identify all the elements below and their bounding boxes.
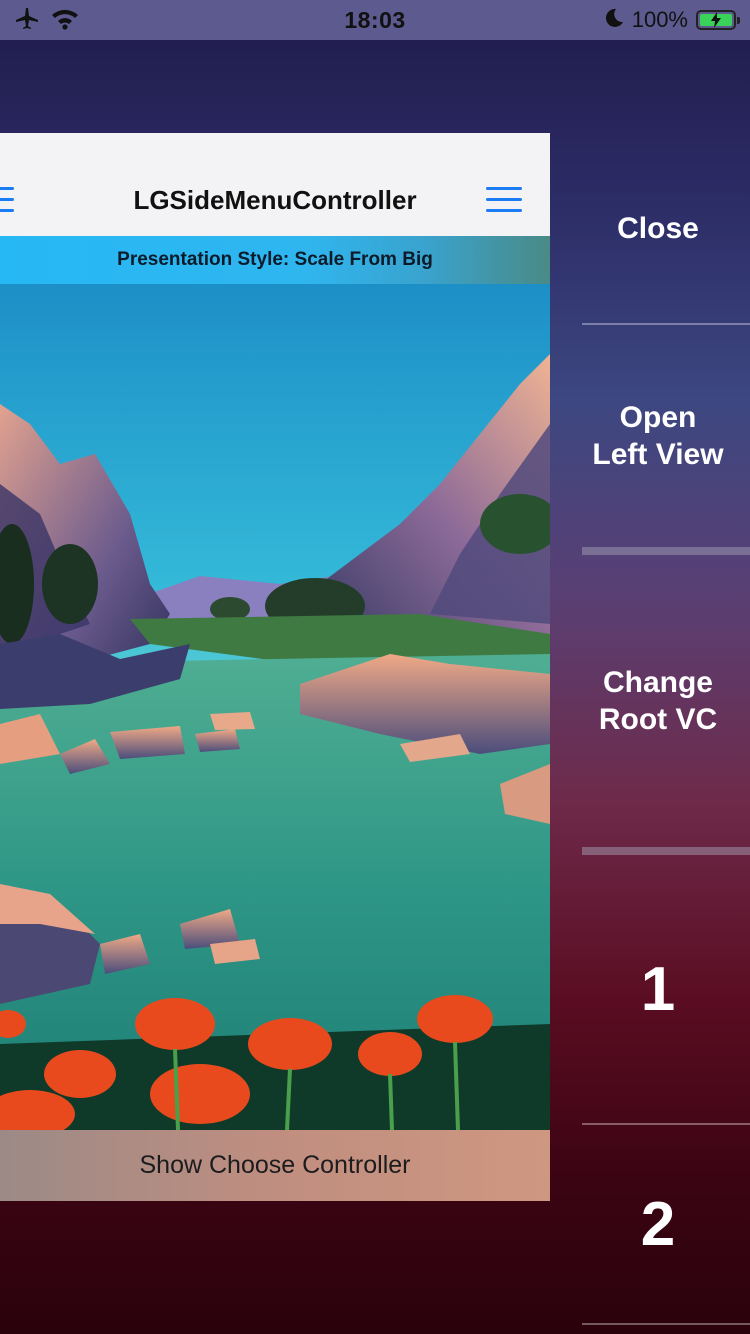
menu-divider [582, 1323, 750, 1325]
menu-item-label: 1 [640, 954, 676, 1024]
menu-item-label: 2 [640, 1189, 676, 1259]
menu-divider [582, 847, 750, 855]
menu-divider [582, 547, 750, 555]
menu-item-close[interactable]: Close [566, 133, 750, 323]
battery-percent: 100% [631, 7, 688, 32]
moon-icon [604, 7, 624, 34]
status-bar: 18:03 100% [0, 0, 750, 40]
show-choose-controller-button[interactable]: Show Choose Controller [0, 1130, 550, 1201]
menu-item-label: Close [617, 211, 699, 245]
landscape-background-image [0, 284, 550, 1138]
battery-charging-icon [696, 10, 740, 30]
presentation-style-label: Presentation Style: Scale From Big [0, 236, 550, 284]
status-right-icons: 100% [604, 6, 740, 34]
menu-item-label: Change Root VC [598, 666, 718, 736]
right-side-menu: Close Open Left View Change Root VC 1 2 [566, 133, 750, 1334]
menu-item-open-left-view[interactable]: Open Left View [566, 325, 750, 547]
menu-item-change-root-vc[interactable]: Change Root VC [566, 555, 750, 847]
right-menu-icon[interactable] [486, 185, 522, 220]
menu-item-label: Open Left View [592, 401, 724, 471]
menu-item-1[interactable]: 1 [566, 855, 750, 1123]
navigation-bar: LGSideMenuController [0, 133, 550, 237]
nav-title: LGSideMenuController [133, 185, 417, 215]
root-view[interactable]: LGSideMenuController Presentation Style:… [0, 133, 550, 1201]
menu-item-2[interactable]: 2 [566, 1125, 750, 1323]
